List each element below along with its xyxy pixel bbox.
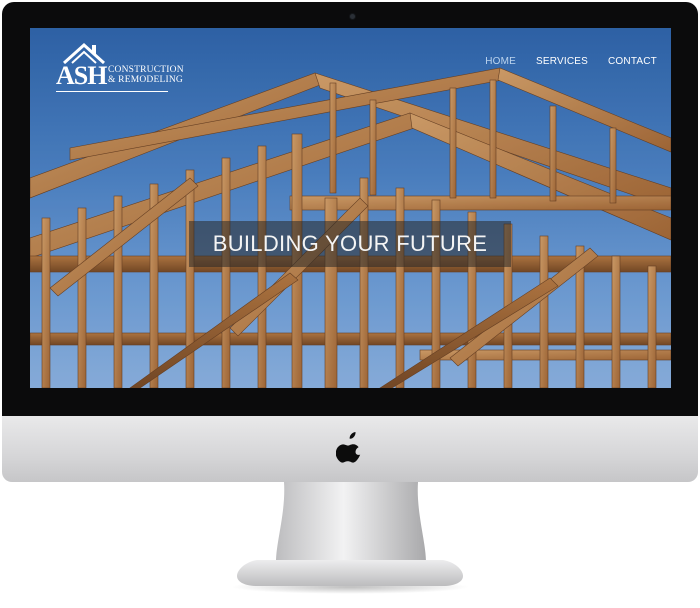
monitor-stand-base xyxy=(237,560,463,586)
logo-line-1: CONSTRUCTION xyxy=(108,65,184,75)
nav-home[interactable]: HOME xyxy=(485,56,516,67)
website-screen: ASH CONSTRUCTION & REMODELING HOME SERVI… xyxy=(30,28,671,388)
nav-contact[interactable]: CONTACT xyxy=(608,56,657,67)
hero-banner: BUILDING YOUR FUTURE xyxy=(189,221,511,267)
logo-tagline: CONSTRUCTION & REMODELING xyxy=(108,65,184,85)
logo-line-2: & REMODELING xyxy=(108,75,183,85)
logo-underline xyxy=(56,91,168,92)
nav-services[interactable]: SERVICES xyxy=(536,56,588,67)
apple-logo-icon xyxy=(336,432,361,463)
camera-icon xyxy=(350,14,355,19)
monitor-stand-neck xyxy=(276,482,426,562)
main-nav: HOME SERVICES CONTACT xyxy=(485,56,657,67)
logo-name: ASH xyxy=(56,61,107,90)
site-logo[interactable]: ASH CONSTRUCTION & REMODELING xyxy=(56,41,184,95)
hero-title: BUILDING YOUR FUTURE xyxy=(212,231,488,256)
